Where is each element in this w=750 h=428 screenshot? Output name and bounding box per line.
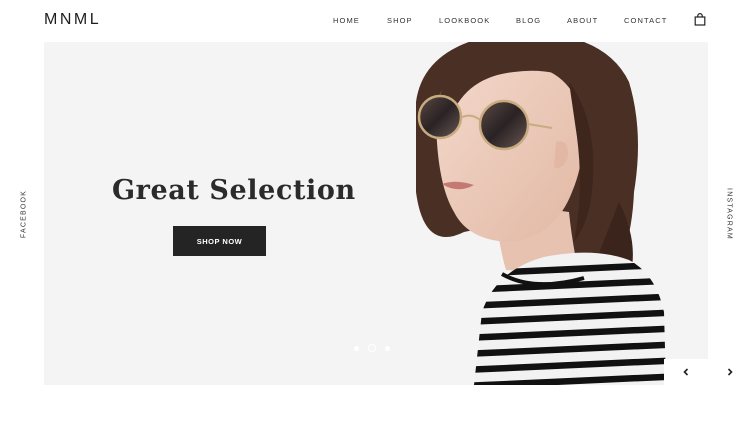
nav-item-about[interactable]: ABOUT xyxy=(567,16,598,25)
shopping-bag-icon[interactable] xyxy=(694,13,706,26)
nav-item-blog[interactable]: BLOG xyxy=(516,16,541,25)
slide-dot-1[interactable] xyxy=(354,345,359,351)
nav-item-contact[interactable]: CONTACT xyxy=(624,16,667,25)
slide-dot-3[interactable] xyxy=(385,345,390,351)
nav-item-shop[interactable]: SHOP xyxy=(387,16,413,25)
hero-model-photo xyxy=(416,42,666,385)
hero-slider: Great Selection SHOP NOW xyxy=(44,42,708,385)
slide-dot-2[interactable] xyxy=(368,344,376,352)
nav-item-home[interactable]: HOME xyxy=(333,16,360,25)
main-nav: HOME SHOP LOOKBOOK BLOG ABOUT CONTACT xyxy=(0,16,750,28)
nav-item-lookbook[interactable]: LOOKBOOK xyxy=(439,16,490,25)
slider-pagination xyxy=(354,344,390,352)
slider-controls xyxy=(664,359,750,386)
facebook-link[interactable]: FACEBOOK xyxy=(21,190,28,238)
chevron-right-icon[interactable] xyxy=(723,365,737,379)
chevron-left-icon[interactable] xyxy=(679,365,693,379)
shop-now-button[interactable]: SHOP NOW xyxy=(173,226,266,256)
instagram-link[interactable]: INSTAGRAM xyxy=(726,188,733,240)
hero-headline: Great Selection xyxy=(112,175,356,206)
